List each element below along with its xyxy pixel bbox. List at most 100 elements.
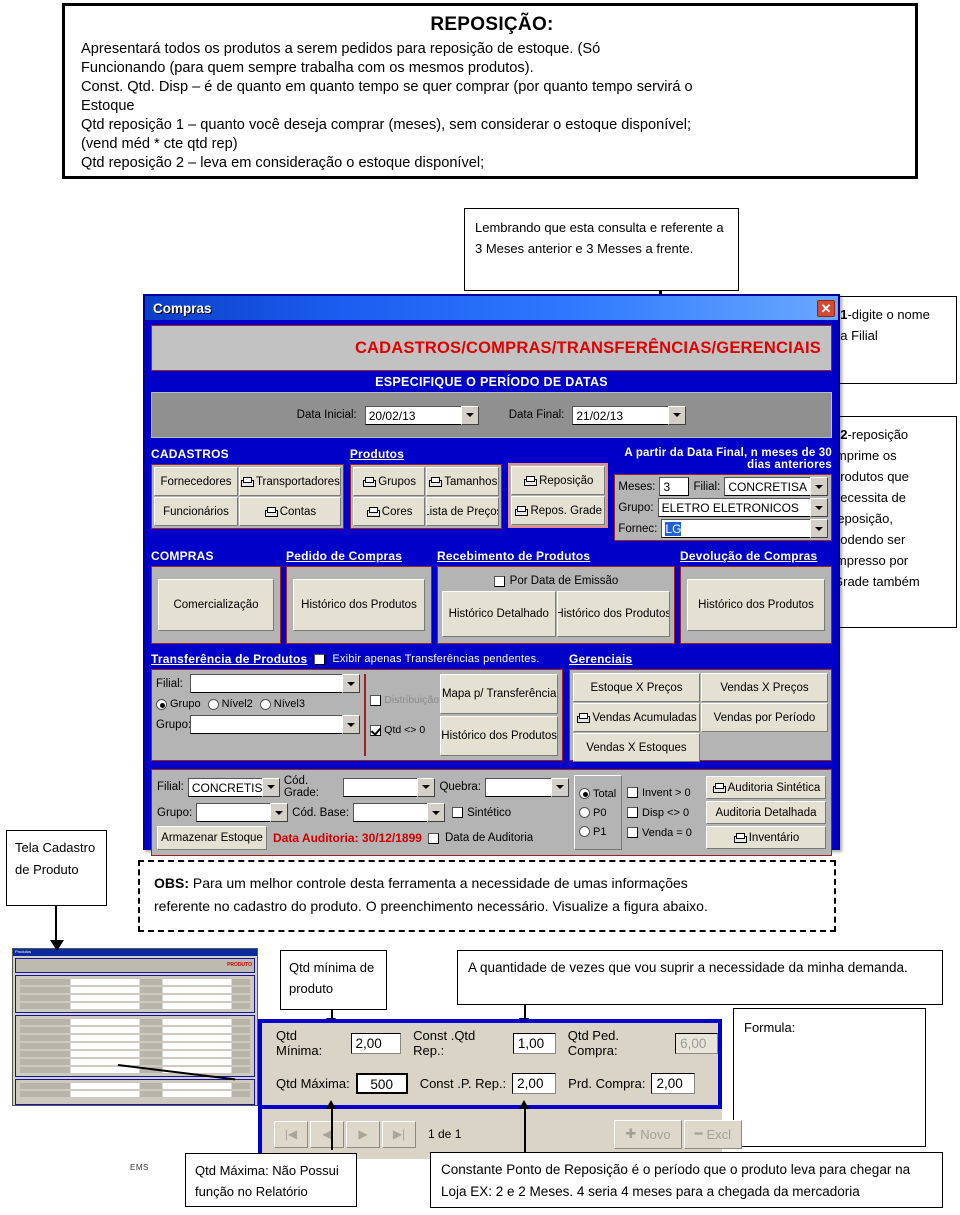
- window-titlebar[interactable]: Compras ✕: [145, 296, 838, 320]
- qtd-maxima-input[interactable]: 500: [355, 1072, 408, 1094]
- cod-base-input[interactable]: [353, 803, 428, 822]
- nav-first-icon[interactable]: |◀: [274, 1120, 308, 1148]
- cod-base-combo[interactable]: [353, 803, 446, 822]
- bottom-filial-input[interactable]: CONCRETISA: [187, 777, 271, 797]
- chevron-down-icon[interactable]: [810, 498, 828, 517]
- button-mapa-transferencia[interactable]: Mapa p/ Transferência: [440, 674, 558, 714]
- nav-next-icon[interactable]: ▶: [346, 1120, 380, 1148]
- date-final-input[interactable]: 21/02/13: [572, 405, 669, 425]
- chevron-down-icon[interactable]: [261, 777, 280, 797]
- bottom-filial-combo[interactable]: CONCRETISA: [187, 777, 280, 797]
- chevron-down-icon[interactable]: [417, 777, 436, 797]
- checkbox-invent[interactable]: [627, 787, 638, 798]
- grupo-combo[interactable]: ELETRO ELETRONICOS: [657, 498, 828, 517]
- grupo-input[interactable]: ELETRO ELETRONICOS: [657, 498, 810, 517]
- date-final-combo[interactable]: 21/02/13: [572, 405, 687, 425]
- button-auditoria-sintetica[interactable]: Auditoria Sintética: [706, 776, 826, 799]
- button-funcionarios[interactable]: Funcionários: [154, 497, 238, 526]
- button-vendas-acumuladas[interactable]: Vendas Acumuladas: [573, 703, 700, 732]
- nav-last-icon[interactable]: ▶|: [382, 1120, 416, 1148]
- button-cores[interactable]: Cores: [352, 497, 426, 526]
- radio-p0[interactable]: [579, 807, 590, 818]
- chevron-down-icon[interactable]: [551, 777, 569, 797]
- chevron-down-icon[interactable]: [810, 477, 828, 496]
- button-vendas-estoques[interactable]: Vendas X Estoques: [573, 733, 700, 762]
- checkbox-qtd[interactable]: [370, 724, 382, 736]
- radio-grupo[interactable]: [156, 698, 167, 710]
- checkbox-data-auditoria[interactable]: [427, 832, 439, 844]
- chevron-down-icon[interactable]: [810, 519, 828, 538]
- button-devolucao-historico[interactable]: Histórico dos Produtos: [687, 579, 825, 631]
- date-initial-input[interactable]: 20/02/13: [364, 405, 461, 425]
- filial-combo[interactable]: CONCRETISA: [724, 477, 828, 496]
- radio-nivel2[interactable]: [207, 698, 219, 710]
- button-lista-precos[interactable]: Lista de Preços: [426, 497, 500, 526]
- radio-nivel3[interactable]: [259, 698, 271, 710]
- quebra-combo[interactable]: [485, 777, 569, 797]
- date-initial-combo[interactable]: 20/02/13: [364, 405, 479, 425]
- button-vendas-periodo[interactable]: Vendas por Período: [701, 703, 828, 732]
- button-transfer-historico[interactable]: Histórico dos Produtos: [440, 716, 558, 756]
- prd-compra-input[interactable]: 2,00: [651, 1072, 696, 1094]
- chevron-down-icon[interactable]: [427, 803, 446, 822]
- bottom-grupo-combo[interactable]: [196, 803, 289, 822]
- const-p-rep-input[interactable]: 2,00: [512, 1072, 557, 1094]
- transfer-grupo-combo[interactable]: [190, 715, 361, 734]
- close-icon[interactable]: ✕: [817, 299, 835, 317]
- button-estoque-precos[interactable]: Estoque X Preços: [573, 673, 700, 702]
- button-fornecedores[interactable]: Fornecedores: [154, 467, 238, 496]
- checkbox-sintetico[interactable]: [452, 807, 464, 818]
- checkbox-distribuicao-row[interactable]: Distribuição: [370, 694, 439, 706]
- checkbox-disp[interactable]: [627, 807, 638, 818]
- checkbox-exibir-pendentes[interactable]: [314, 653, 326, 665]
- checkbox-por-data-emissao[interactable]: [493, 575, 505, 587]
- recebimento-checkbox-row[interactable]: Por Data de Emissão: [442, 571, 670, 591]
- checkbox-distribuicao[interactable]: [370, 694, 382, 706]
- radio-total[interactable]: [579, 788, 590, 799]
- button-inventario[interactable]: Inventário: [706, 826, 826, 849]
- checkbox-disp-row[interactable]: Disp <> 0: [627, 807, 701, 819]
- button-repos-grade[interactable]: Repos. Grade: [511, 496, 606, 525]
- checkbox-qtd-row[interactable]: Qtd <> 0: [370, 724, 436, 736]
- transfer-filial-input[interactable]: [190, 674, 343, 693]
- nav-prev-icon[interactable]: ◀: [310, 1120, 344, 1148]
- button-excluir[interactable]: ━ Excl: [683, 1119, 742, 1149]
- button-recebimento-historico[interactable]: Histórico dos Produtos: [556, 591, 670, 637]
- button-auditoria-detalhada[interactable]: Auditoria Detalhada: [706, 801, 826, 824]
- chevron-down-icon[interactable]: [668, 405, 687, 425]
- button-contas[interactable]: Contas: [239, 497, 341, 526]
- button-grupos[interactable]: Grupos: [352, 467, 426, 496]
- transfer-grupo-input[interactable]: [190, 715, 343, 734]
- button-comercializacao[interactable]: Comercialização: [158, 579, 274, 631]
- chevron-down-icon[interactable]: [270, 803, 289, 822]
- filial-input[interactable]: CONCRETISA: [724, 477, 810, 496]
- button-armazenar-estoque[interactable]: Armazenar Estoque: [157, 826, 267, 850]
- radio-p0-row[interactable]: P0: [579, 807, 621, 819]
- quebra-input[interactable]: [485, 777, 551, 797]
- button-novo[interactable]: ✚ Novo: [614, 1119, 682, 1149]
- const-qtd-rep-input[interactable]: 1,00: [512, 1032, 556, 1054]
- radio-p1-row[interactable]: P1: [579, 826, 621, 838]
- button-vendas-precos[interactable]: Vendas X Preços: [701, 673, 828, 702]
- fornec-combo[interactable]: LG: [661, 519, 828, 538]
- qtd-minima-input[interactable]: 2,00: [350, 1032, 402, 1054]
- checkbox-invent-row[interactable]: Invent > 0: [627, 787, 701, 799]
- chevron-down-icon[interactable]: [342, 715, 361, 734]
- radio-total-row[interactable]: Total: [579, 788, 621, 800]
- fornec-input[interactable]: LG: [661, 519, 810, 538]
- checkbox-venda[interactable]: [627, 827, 638, 838]
- radio-p1[interactable]: [579, 826, 590, 837]
- button-historico-detalhado[interactable]: Histórico Detalhado: [442, 591, 556, 637]
- bottom-grupo-input[interactable]: [196, 803, 271, 822]
- button-tamanhos[interactable]: Tamanhos: [426, 467, 500, 496]
- transfer-filial-combo[interactable]: [190, 674, 361, 693]
- button-reposicao[interactable]: Reposição: [511, 466, 606, 495]
- meses-input[interactable]: 3: [659, 477, 690, 496]
- chevron-down-icon[interactable]: [460, 405, 479, 425]
- cod-grade-input[interactable]: [343, 777, 418, 797]
- button-pedido-historico[interactable]: Histórico dos Produtos: [293, 579, 425, 631]
- cod-grade-combo[interactable]: [343, 777, 436, 797]
- checkbox-venda-row[interactable]: Venda = 0: [627, 827, 701, 839]
- button-transportadores[interactable]: Transportadores: [239, 467, 341, 496]
- chevron-down-icon[interactable]: [342, 674, 361, 693]
